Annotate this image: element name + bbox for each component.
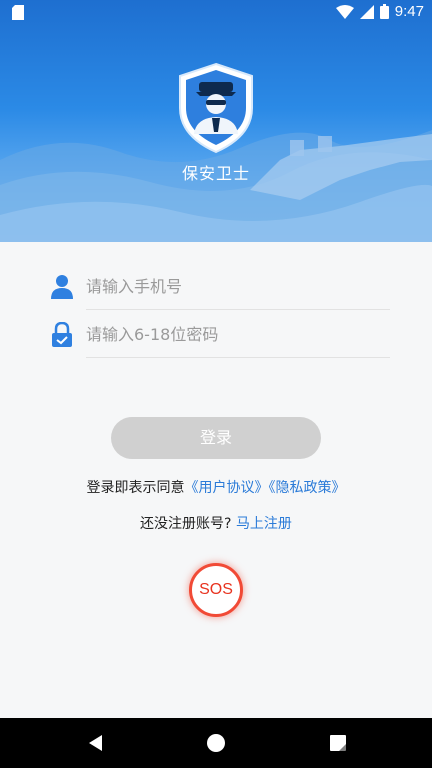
navigation-bar [0,718,432,768]
password-field [50,310,390,358]
back-icon[interactable] [86,733,106,753]
sd-card-icon [12,5,24,20]
app-name: 保安卫士 [181,164,250,183]
phone-input[interactable] [86,262,386,310]
status-bar: 9:47 [0,0,432,26]
privacy-policy-link[interactable]: 《隐私政策》 [269,480,346,496]
guard-shield-logo [179,62,253,154]
sos-button[interactable]: SOS [189,563,243,617]
signal-icon [359,4,374,19]
user-icon [51,275,73,299]
password-underline [86,357,390,358]
header-banner: 保安卫士 [0,0,432,242]
login-button[interactable]: 登录 [111,417,321,459]
user-agreement-link[interactable]: 《用户协议》 [185,480,269,496]
lock-icon [52,322,72,347]
home-icon[interactable] [206,733,226,753]
status-time: 9:47 [394,3,424,20]
battery-icon [379,4,389,19]
agreement-prefix: 登录即表示同意 [86,480,185,496]
wifi-icon [335,4,354,19]
password-input[interactable] [86,310,386,358]
phone-field [50,262,390,310]
agreement-text: 登录即表示同意《用户协议》《隐私政策》 [0,477,432,497]
recents-icon[interactable] [328,733,348,753]
register-prompt-text: 还没注册账号? [140,516,232,532]
register-link[interactable]: 马上注册 [236,516,292,532]
register-prompt: 还没注册账号? 马上注册 [0,513,432,533]
